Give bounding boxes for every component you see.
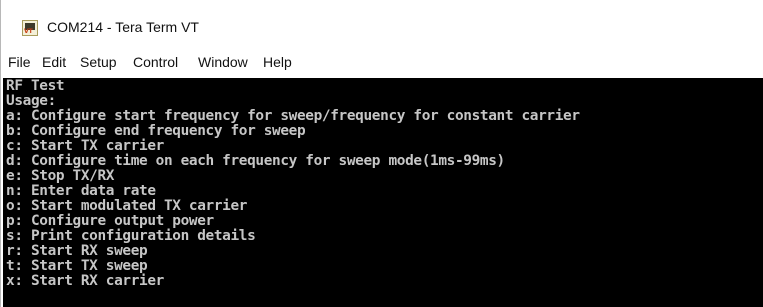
terminal-line: x: Start RX carrier <box>6 273 164 289</box>
menu-help[interactable]: Help <box>263 54 292 70</box>
terminal-line: b: Configure end frequency for sweep <box>6 123 306 139</box>
menu-edit[interactable]: Edit <box>42 54 66 70</box>
menu-setup[interactable]: Setup <box>80 54 117 70</box>
title-bar[interactable]: VT COM214 - Tera Term VT <box>1 0 763 46</box>
terminal-line: t: Start TX sweep <box>6 258 148 274</box>
menu-bar: File Edit Setup Control Window Help <box>1 49 763 75</box>
terminal-line: s: Print configuration details <box>6 228 256 244</box>
menu-file[interactable]: File <box>8 54 31 70</box>
menu-control[interactable]: Control <box>133 54 178 70</box>
terminal-line: n: Enter data rate <box>6 183 156 199</box>
terminal-line: c: Start TX carrier <box>6 138 164 154</box>
terminal-output[interactable]: RF Test Usage: a: Configure start freque… <box>3 78 763 307</box>
terminal-line: d: Configure time on each frequency for … <box>6 153 505 169</box>
terminal-line: RF Test <box>6 78 65 94</box>
terminal-line: Usage: <box>6 93 56 109</box>
terminal-line: p: Configure output power <box>6 213 214 229</box>
terminal-line: r: Start RX sweep <box>6 243 148 259</box>
terminal-line: o: Start modulated TX carrier <box>6 198 248 214</box>
terminal-line: e: Stop TX/RX <box>6 168 115 184</box>
window-title: COM214 - Tera Term VT <box>47 19 199 35</box>
terminal-line: a: Configure start frequency for sweep/f… <box>6 108 580 124</box>
menu-window[interactable]: Window <box>198 54 248 70</box>
tera-term-icon[interactable]: VT <box>22 20 38 36</box>
tera-term-window: VT COM214 - Tera Term VT File Edit Setup… <box>0 0 763 307</box>
